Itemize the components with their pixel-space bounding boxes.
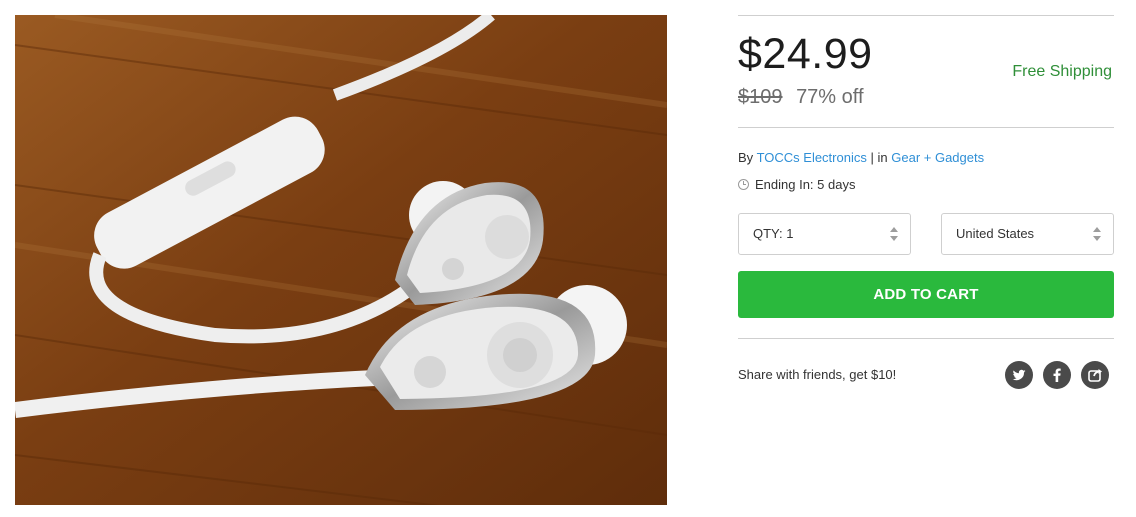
by-label: By — [738, 150, 754, 165]
share-icon — [1088, 369, 1102, 382]
select-arrows-icon — [890, 227, 898, 241]
category-link[interactable]: Gear + Gadgets — [891, 150, 984, 165]
product-meta: By TOCCs Electronics | in Gear + Gadgets… — [738, 128, 1114, 213]
divider — [738, 338, 1114, 339]
discount-row: $109 77% off — [738, 86, 864, 109]
clock-icon — [738, 179, 749, 190]
in-label: in — [877, 150, 888, 165]
ending-label: Ending In: 5 days — [755, 177, 856, 192]
twitter-icon — [1012, 369, 1026, 381]
twitter-button[interactable] — [1005, 361, 1033, 389]
country-select[interactable]: United States — [941, 213, 1114, 255]
free-shipping-label: Free Shipping — [1012, 63, 1112, 80]
facebook-icon — [1053, 368, 1061, 382]
seller-link[interactable]: TOCCs Electronics — [757, 150, 867, 165]
current-price: $24.99 — [738, 30, 873, 78]
discount-percent: 77% off — [796, 86, 864, 108]
select-arrows-icon — [1093, 227, 1101, 241]
original-price: $109 — [738, 86, 783, 108]
quantity-value: QTY: 1 — [753, 226, 794, 241]
byline: By TOCCs Electronics | in Gear + Gadgets — [738, 150, 984, 165]
separator: | — [870, 150, 874, 165]
ending-row: Ending In: 5 days — [738, 177, 855, 192]
facebook-button[interactable] — [1043, 361, 1071, 389]
share-button[interactable] — [1081, 361, 1109, 389]
price-section: $24.99 $109 77% off Free Shipping — [738, 16, 1114, 127]
share-text: Share with friends, get $10! — [738, 367, 897, 382]
country-value: United States — [956, 226, 1035, 241]
purchase-options: QTY: 1 United States — [738, 213, 1114, 271]
product-info-panel: $24.99 $109 77% off Free Shipping By TOC… — [738, 15, 1114, 271]
quantity-select[interactable]: QTY: 1 — [738, 213, 911, 255]
add-to-cart-button[interactable]: ADD TO CART — [738, 271, 1114, 318]
product-image — [15, 15, 667, 505]
